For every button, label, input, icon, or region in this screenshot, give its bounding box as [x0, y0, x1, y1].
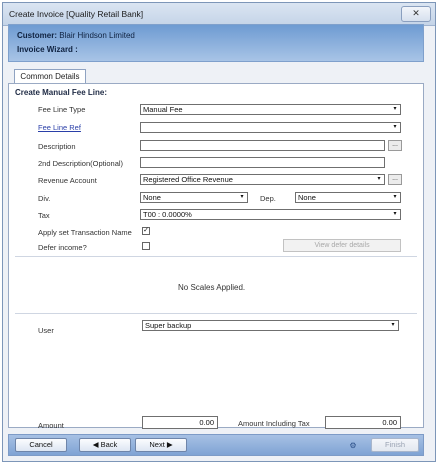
back-button[interactable]: ◀ Back [79, 438, 131, 452]
finish-button[interactable]: Finish [371, 438, 419, 452]
section-title: Create Manual Fee Line: [15, 88, 108, 97]
customer-label: Customer: [17, 31, 58, 40]
revenue-account-value: Registered Office Revenue [143, 175, 233, 184]
customer-name: Blair Hindson Limited [59, 31, 135, 40]
fee-line-ref-label[interactable]: Fee Line Ref [38, 123, 81, 132]
description-input[interactable] [140, 140, 385, 151]
div-select[interactable]: None ▾ [140, 192, 248, 203]
chevron-down-icon: ▾ [393, 106, 397, 112]
fee-line-type-label: Fee Line Type [38, 105, 86, 114]
title-bar: Create Invoice [Quality Retail Bank] ✕ [3, 3, 435, 26]
chevron-down-icon: ▾ [391, 322, 395, 328]
cancel-button[interactable]: Cancel [15, 438, 67, 452]
chevron-down-icon: ▾ [240, 194, 244, 200]
fee-line-type-value: Manual Fee [143, 105, 183, 114]
description2-label: 2nd Description(Optional) [38, 159, 124, 168]
user-value: Super backup [145, 321, 192, 330]
apply-transaction-name-label: Apply set Transaction Name [38, 228, 132, 237]
wizard-line: Invoice Wizard : [17, 45, 78, 54]
tax-label: Tax [38, 211, 50, 220]
fee-line-type-select[interactable]: Manual Fee ▾ [140, 104, 401, 115]
description2-input[interactable] [140, 157, 385, 168]
revenue-account-label: Revenue Account [38, 176, 97, 185]
description-label: Description [38, 142, 76, 151]
view-defer-details-button[interactable]: View defer details [283, 239, 401, 252]
customer-line: Customer: Blair Hindson Limited [17, 31, 135, 40]
divider [15, 256, 417, 257]
settings-icon[interactable]: ⚙ [348, 441, 358, 450]
dep-select[interactable]: None ▾ [295, 192, 401, 203]
fee-line-ref-select[interactable]: ▾ [140, 122, 401, 133]
chevron-down-icon: ▾ [393, 194, 397, 200]
description-lookup-button[interactable]: ... [388, 140, 402, 151]
wizard-footer: Cancel ◀ Back Next ▶ ⚙ Finish [8, 434, 424, 456]
user-select[interactable]: Super backup ▾ [142, 320, 399, 331]
divider [15, 313, 417, 314]
defer-income-label: Defer income? [38, 243, 87, 252]
tax-value: T00 : 0.0000% [143, 210, 192, 219]
wizard-header: Customer: Blair Hindson Limited Invoice … [8, 24, 424, 62]
defer-income-checkbox[interactable] [142, 242, 150, 250]
chevron-down-icon: ▾ [393, 211, 397, 217]
window-title: Create Invoice [Quality Retail Bank] [9, 9, 144, 19]
close-icon: ✕ [412, 9, 420, 19]
next-button[interactable]: Next ▶ [135, 438, 187, 452]
amount-label: Amount [38, 421, 64, 430]
tab-common-details[interactable]: Common Details [14, 69, 86, 83]
wizard-label: Invoice Wizard : [17, 45, 78, 54]
div-value: None [143, 193, 161, 202]
close-button[interactable]: ✕ [401, 6, 431, 22]
user-label: User [38, 326, 54, 335]
tax-select[interactable]: T00 : 0.0000% ▾ [140, 209, 401, 220]
revenue-account-lookup-button[interactable]: ... [388, 174, 402, 185]
amount-incl-tax-label: Amount Including Tax [238, 419, 310, 428]
amount-input[interactable]: 0.00 [142, 416, 218, 429]
apply-transaction-name-checkbox[interactable]: ✓ [142, 227, 150, 235]
amount-incl-tax-input[interactable]: 0.00 [325, 416, 401, 429]
div-label: Div. [38, 194, 51, 203]
scales-message: No Scales Applied. [178, 283, 246, 292]
chevron-down-icon: ▾ [377, 176, 381, 182]
checkmark-icon: ✓ [143, 227, 149, 234]
chevron-down-icon: ▾ [393, 124, 397, 130]
dep-label: Dep. [260, 194, 276, 203]
revenue-account-select[interactable]: Registered Office Revenue ▾ [140, 174, 385, 185]
dep-value: None [298, 193, 316, 202]
